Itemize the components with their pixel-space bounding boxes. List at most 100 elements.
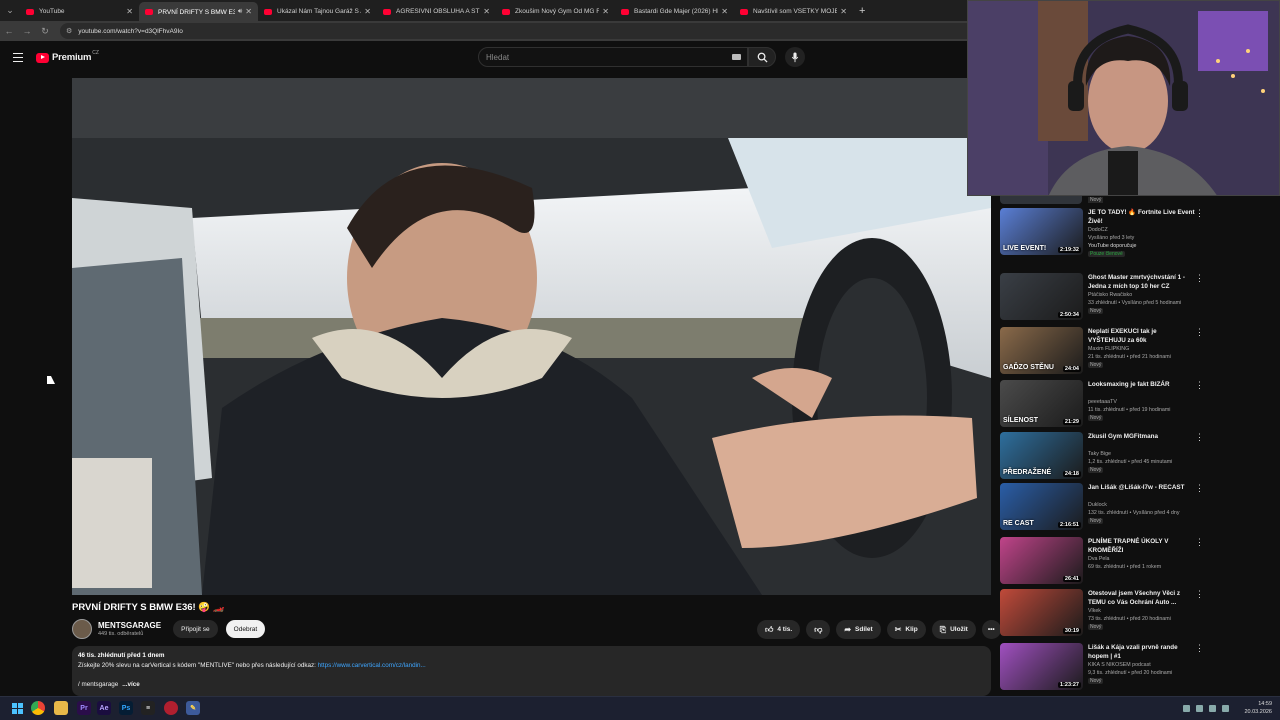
chrome-taskbar-icon[interactable] <box>31 701 45 715</box>
join-button[interactable]: Připojit se <box>173 620 218 638</box>
tray-volume-icon[interactable] <box>1196 705 1203 712</box>
video-thumbnail[interactable]: PŘEDRAŽENÉ 24:18 <box>1000 432 1083 479</box>
voice-search-button[interactable] <box>785 47 805 67</box>
related-channel-name[interactable]: Dva Pela <box>1088 556 1110 562</box>
related-video-title[interactable]: Zkusil Gym MGFitmana <box>1088 432 1196 441</box>
clip-button[interactable]: ✂ Klip <box>886 620 926 639</box>
tab-search-chevron-icon[interactable]: ⌄ <box>0 0 20 21</box>
new-tab-button[interactable]: + <box>859 5 865 17</box>
premiere-pro-icon[interactable]: Pr <box>77 701 91 715</box>
video-thumbnail[interactable]: RE CAST 2:16:51 <box>1000 483 1083 530</box>
browser-tab[interactable]: Bastardi Gde Majer (2026) HD ✕ <box>615 2 734 21</box>
youtube-premium-logo[interactable]: Premium CZ <box>36 50 99 63</box>
video-thumbnail[interactable]: 30:19 <box>1000 589 1083 636</box>
related-channel-name[interactable]: peeetaaaTV <box>1088 399 1117 405</box>
share-button[interactable]: ➦ Sdílet <box>836 620 881 639</box>
more-actions-button[interactable]: ••• <box>981 620 1001 639</box>
site-info-icon[interactable]: ⚙ <box>66 27 72 35</box>
tray-network-icon[interactable] <box>1183 705 1190 712</box>
related-video-item[interactable]: 26:41 PLNÍME TRAPNÉ ÚKOLY V KROMĚŘÍŽI Dva … <box>1000 537 1208 587</box>
related-video-item[interactable]: GAĎZO STĚNU 24:04 Neplatí EXEKUCI tak je V… <box>1000 327 1208 377</box>
video-thumbnail[interactable]: 26:41 <box>1000 537 1083 584</box>
related-channel-name[interactable]: KIKA S NIKOSEM podcast <box>1088 662 1151 668</box>
browser-tab[interactable]: Ukázal Nám Tajnou Garáž S Au ✕ <box>258 2 377 21</box>
more-vertical-icon[interactable]: ⋮ <box>1195 327 1204 338</box>
close-tab-icon[interactable]: ✕ <box>602 7 609 16</box>
related-video-item[interactable]: RE CAST 2:16:51 Jan Lišák @Lišák-l7w - REC… <box>1000 483 1208 533</box>
terminal-icon[interactable]: ≡ <box>141 701 155 715</box>
video-player[interactable] <box>72 78 991 595</box>
browser-tab[interactable]: Zkoušim Nový Gym Od MG Fitn ✕ <box>496 2 615 21</box>
dislike-button[interactable]: 👎︎ <box>806 620 831 639</box>
channel-name[interactable]: MENTSGARAGE <box>98 621 161 630</box>
forward-icon[interactable]: → <box>18 26 36 36</box>
related-video-item[interactable]: 2:50:34 Ghost Master zmrtvýchvstání 1 - J… <box>1000 273 1208 323</box>
description-link[interactable]: https://www.carvertical.com/cz/landin... <box>318 662 426 669</box>
description-box[interactable]: 46 tis. zhlédnutí před 1 dnem Získejte 2… <box>72 646 991 696</box>
related-video-item[interactable]: PŘEDRAŽENÉ 24:18 Zkusil Gym MGFitmana Taky … <box>1000 432 1208 482</box>
video-thumbnail[interactable]: LIVE EVENT! 2:19:32 <box>1000 208 1083 255</box>
related-video-title[interactable]: Jan Lišák @Lišák-l7w - RECAST <box>1088 483 1196 492</box>
channel-avatar[interactable] <box>72 619 92 639</box>
close-tab-icon[interactable]: ✕ <box>483 7 490 16</box>
more-vertical-icon[interactable]: ⋮ <box>1195 380 1204 391</box>
close-tab-icon[interactable]: ✕ <box>245 7 252 16</box>
related-channel-name[interactable]: Taky Bige <box>1088 451 1111 457</box>
close-tab-icon[interactable]: ✕ <box>364 7 371 16</box>
related-video-title[interactable]: PLNÍME TRAPNÉ ÚKOLY V KROMĚŘÍŽI <box>1088 537 1196 555</box>
more-vertical-icon[interactable]: ⋮ <box>1195 432 1204 443</box>
video-thumbnail[interactable]: SÍLENOST 21:29 <box>1000 380 1083 427</box>
video-thumbnail[interactable]: 1:23:27 <box>1000 643 1083 690</box>
partial-thumbnail[interactable] <box>1000 196 1082 204</box>
related-channel-name[interactable]: Duklock <box>1088 502 1107 508</box>
close-tab-icon[interactable]: ✕ <box>721 7 728 16</box>
related-channel-name[interactable]: DodoCZ <box>1088 227 1108 233</box>
related-video-title[interactable]: Ghost Master zmrtvýchvstání 1 - Jedna z … <box>1088 273 1196 291</box>
related-video-title[interactable]: Looksmaxing je fakt BIZÁR <box>1088 380 1196 389</box>
address-bar[interactable]: ⚙ youtube.com/watch?v=d3QlFhvA9Io <box>60 23 980 39</box>
windows-start-icon[interactable] <box>10 701 24 715</box>
show-more-button[interactable]: ...více <box>122 681 140 688</box>
close-tab-icon[interactable]: ✕ <box>840 7 847 16</box>
tray-battery-icon[interactable] <box>1209 705 1216 712</box>
video-thumbnail[interactable]: GAĎZO STĚNU 24:04 <box>1000 327 1083 374</box>
related-video-item[interactable]: 30:19 Otestoval jsem Všechny Věci z TEMU … <box>1000 589 1208 639</box>
more-vertical-icon[interactable]: ⋮ <box>1195 208 1204 219</box>
browser-tab[interactable]: PRVNÍ DRIFTY S BMW E36! 🤪🔊︎✕ <box>139 2 258 21</box>
related-video-item[interactable]: SÍLENOST 21:29 Looksmaxing je fakt BIZÁR pe… <box>1000 380 1208 430</box>
speaker-icon[interactable]: 🔊︎ <box>238 8 242 16</box>
related-video-title[interactable]: Neplatí EXEKUCI tak je VYŠTEHUJU za 60k <box>1088 327 1196 345</box>
related-video-title[interactable]: Lišák a Kája vzali prvně rande hopem | #… <box>1088 643 1196 661</box>
related-channel-name[interactable]: Vlkek <box>1088 608 1101 614</box>
related-channel-name[interactable]: Maxim FLIPKING <box>1088 346 1129 352</box>
save-button[interactable]: ⎘ Uložit <box>931 620 976 639</box>
close-tab-icon[interactable]: ✕ <box>126 7 133 16</box>
like-button[interactable]: 👍︎ 4 tis. <box>757 620 801 639</box>
search-input[interactable]: Hledat <box>478 47 748 67</box>
more-vertical-icon[interactable]: ⋮ <box>1195 643 1204 654</box>
subscribe-button[interactable]: Odebrat <box>225 620 266 638</box>
photoshop-icon[interactable]: Ps <box>119 701 133 715</box>
related-video-item[interactable]: 1:23:27 Lišák a Kája vzali prvně rande ho… <box>1000 643 1208 693</box>
reload-icon[interactable]: ↻ <box>36 26 54 37</box>
more-vertical-icon[interactable]: ⋮ <box>1195 589 1204 600</box>
app-yellow-icon[interactable]: ✎ <box>186 701 200 715</box>
back-icon[interactable]: ← <box>0 26 18 36</box>
browser-tab[interactable]: YouTube ✕ <box>20 2 139 21</box>
browser-tab[interactable]: Navštívil som VŠETKY MOJE ŠK✕ <box>734 2 853 21</box>
related-video-item[interactable]: LIVE EVENT! 2:19:32 JE TO TADY! 🔥 Fortnite… <box>1000 208 1208 258</box>
file-explorer-icon[interactable] <box>54 701 68 715</box>
channel-tag[interactable]: / mentsgarage <box>78 681 118 688</box>
tray-notification-icon[interactable] <box>1222 705 1229 712</box>
related-channel-name[interactable]: Ptáčisko Rwačisko <box>1088 292 1132 298</box>
more-vertical-icon[interactable]: ⋮ <box>1195 273 1204 284</box>
more-vertical-icon[interactable]: ⋮ <box>1195 537 1204 548</box>
more-vertical-icon[interactable]: ⋮ <box>1195 483 1204 494</box>
keyboard-icon[interactable] <box>732 54 741 60</box>
related-video-title[interactable]: JE TO TADY! 🔥 Fortnite Live Event Živě! <box>1088 208 1196 226</box>
video-thumbnail[interactable]: 2:50:34 <box>1000 273 1083 320</box>
system-clock[interactable]: 14:59 20.03.2026 <box>1244 700 1272 716</box>
after-effects-icon[interactable]: Ae <box>97 701 111 715</box>
hamburger-menu-icon[interactable] <box>13 53 23 62</box>
app-red-icon[interactable] <box>164 701 178 715</box>
